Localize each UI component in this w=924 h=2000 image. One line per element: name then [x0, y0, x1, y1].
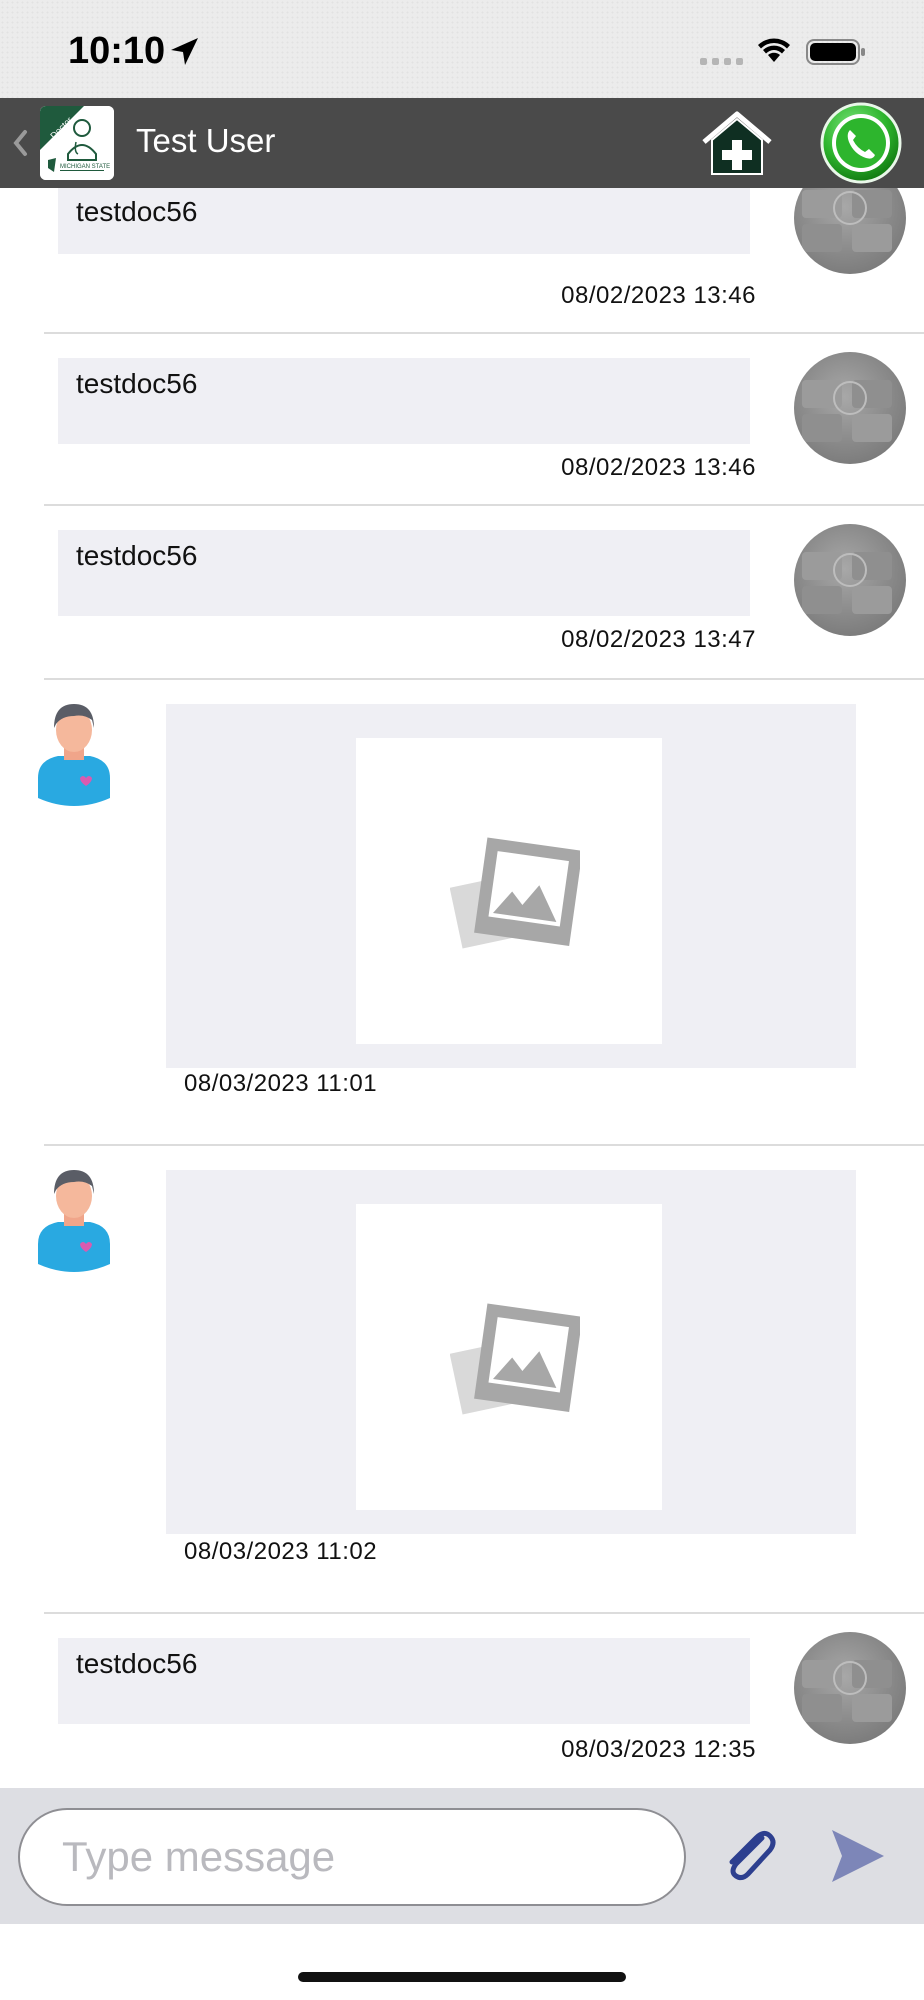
message-bubble: testdoc56 — [58, 530, 750, 616]
back-chevron-icon[interactable] — [10, 126, 30, 160]
status-time: 10:10 — [68, 30, 166, 72]
message-text: testdoc56 — [76, 368, 198, 399]
image-attachment[interactable] — [166, 704, 856, 1068]
doctor-logo-icon: Doctor MICHIGAN STATE — [40, 106, 114, 180]
image-attachment[interactable] — [166, 1170, 856, 1534]
signal-icon — [700, 58, 743, 65]
divider — [44, 1144, 924, 1146]
message-time: 08/02/2023 13:47 — [561, 626, 756, 653]
logo-caption: MICHIGAN STATE — [60, 164, 110, 170]
message-bubble: testdoc56 — [58, 188, 750, 254]
keyboard-photo-icon — [802, 552, 892, 614]
message-time: 08/02/2023 13:46 — [561, 282, 756, 309]
message-time: 08/03/2023 11:01 — [184, 1070, 378, 1097]
message-text: testdoc56 — [76, 1648, 198, 1679]
composer-bar — [0, 1788, 924, 1924]
message-bubble: testdoc56 — [58, 1638, 750, 1724]
paperclip-icon[interactable] — [718, 1824, 782, 1888]
location-arrow-icon — [171, 38, 198, 65]
message-time: 08/02/2023 13:46 — [561, 454, 756, 481]
message-time: 08/03/2023 11:02 — [184, 1538, 378, 1565]
app-logo: Doctor MICHIGAN STATE — [40, 106, 114, 180]
nav-bar: Doctor MICHIGAN STATE Test User — [0, 98, 924, 188]
user-avatar-icon — [38, 704, 110, 806]
status-bar: 10:10 — [0, 0, 924, 98]
keyboard-photo-icon — [802, 1660, 892, 1722]
doctor-avatar — [794, 524, 906, 636]
send-icon[interactable] — [828, 1826, 888, 1886]
phone-call-icon[interactable] — [820, 102, 902, 184]
keyboard-photo-icon — [802, 190, 892, 252]
divider — [44, 1612, 924, 1614]
nav-title: Test User — [136, 122, 276, 159]
divider — [44, 678, 924, 680]
chat-messages[interactable]: testdoc56 08/02/2023 13:46 testdoc56 08/… — [0, 188, 924, 1788]
divider — [44, 504, 924, 506]
message-input[interactable] — [18, 1808, 686, 1906]
user-avatar-icon — [38, 1170, 110, 1272]
message-bubble: testdoc56 — [58, 358, 750, 444]
doctor-avatar — [794, 1632, 906, 1744]
wifi-icon — [758, 38, 790, 62]
home-medical-icon[interactable] — [700, 110, 774, 178]
message-text: testdoc56 — [76, 196, 198, 227]
bottom-safe-area — [0, 1924, 924, 2000]
image-placeholder-icon — [450, 837, 580, 949]
divider — [44, 332, 924, 334]
doctor-avatar — [794, 352, 906, 464]
image-frame — [356, 1204, 662, 1510]
image-frame — [356, 738, 662, 1044]
image-placeholder-icon — [450, 1303, 580, 1415]
message-text: testdoc56 — [76, 540, 198, 571]
doctor-avatar — [794, 188, 906, 274]
battery-icon — [806, 39, 865, 65]
home-indicator[interactable] — [298, 1972, 626, 1982]
message-time: 08/03/2023 12:35 — [561, 1736, 756, 1763]
keyboard-photo-icon — [802, 380, 892, 442]
